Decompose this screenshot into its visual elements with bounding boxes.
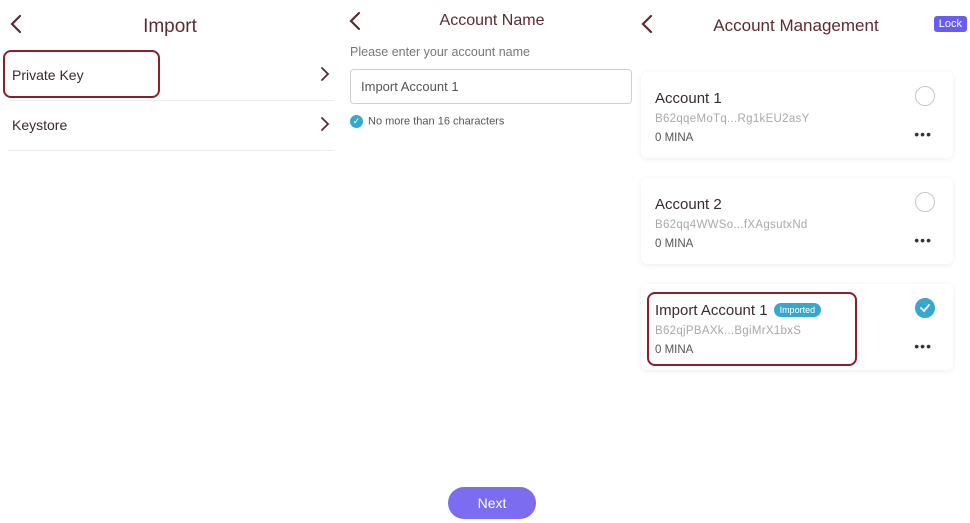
import-panel: Import Private Key Keystore — [0, 0, 340, 523]
account-card[interactable]: Import Account 1 Imported B62qjPBAXk...Bg… — [641, 284, 953, 370]
chevron-right-icon — [321, 117, 330, 131]
account-card[interactable]: Account 2 B62qq4WWSo...fXAgsutxNd 0 MINA… — [641, 178, 953, 264]
account-name: Account 2 — [655, 196, 722, 213]
back-chevron-icon[interactable] — [641, 14, 661, 36]
more-dots-icon[interactable]: ••• — [914, 126, 932, 142]
private-key-option[interactable]: Private Key — [8, 52, 334, 101]
account-name: Account 1 — [655, 90, 722, 107]
account-balance: 0 MINA — [655, 132, 694, 144]
more-dots-icon[interactable]: ••• — [914, 232, 932, 248]
select-radio[interactable] — [915, 192, 935, 212]
account-name-panel: Account Name Please enter your account n… — [340, 0, 640, 523]
imported-badge: Imported — [773, 303, 822, 317]
keystore-option[interactable]: Keystore — [8, 102, 334, 151]
account-card[interactable]: Account 1 B62qqeMoTq...Rg1kEU2asY 0 MINA… — [641, 72, 953, 158]
next-button[interactable]: Next — [448, 487, 536, 519]
more-dots-icon[interactable]: ••• — [914, 338, 932, 354]
keystore-label: Keystore — [12, 117, 68, 133]
account-management-panel: Account Management Lock Account 1 B62qqe… — [632, 0, 970, 523]
account-name-row: Import Account 1 Imported — [655, 302, 822, 319]
account-address: B62qq4WWSo...fXAgsutxNd — [655, 219, 808, 231]
account-balance: 0 MINA — [655, 344, 694, 356]
page-title: Account Name — [439, 12, 545, 29]
character-rule-text: No more than 16 characters — [368, 115, 505, 128]
page-title: Import — [143, 16, 197, 37]
private-key-label: Private Key — [12, 67, 84, 83]
account-address: B62qqeMoTq...Rg1kEU2asY — [655, 113, 810, 125]
account-balance: 0 MINA — [655, 238, 694, 250]
character-rule: ✓ No more than 16 characters — [350, 115, 504, 128]
page-title: Account Management — [713, 16, 879, 35]
account-name: Import Account 1 — [655, 302, 768, 319]
lock-button[interactable]: Lock — [933, 16, 967, 32]
account-address: B62qjPBAXk...BgiMrX1bxS — [655, 325, 802, 337]
account-name-hint: Please enter your account name — [350, 45, 530, 59]
select-radio[interactable] — [915, 86, 935, 106]
check-icon: ✓ — [350, 115, 363, 128]
account-name-input[interactable] — [350, 69, 632, 104]
selected-check-icon[interactable] — [915, 298, 935, 318]
chevron-right-icon — [321, 67, 330, 81]
